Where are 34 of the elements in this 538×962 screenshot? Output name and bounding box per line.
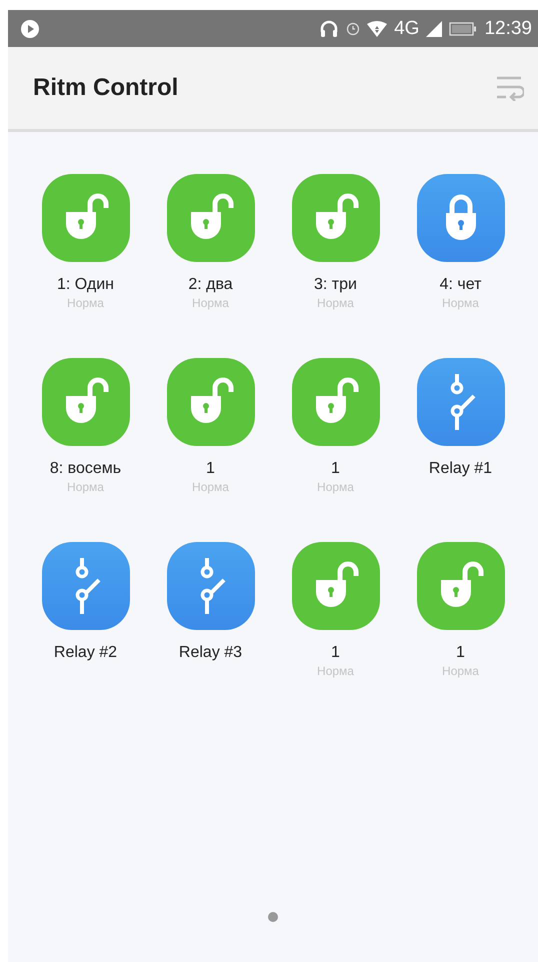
device-name: 1: Один <box>57 276 114 294</box>
device-button[interactable] <box>292 542 380 630</box>
clock-time: 12:39 <box>484 18 532 40</box>
sort-icon[interactable] <box>494 75 524 101</box>
device-name: 4: чет <box>440 276 482 294</box>
device-button[interactable] <box>166 542 254 630</box>
device-name: Relay #3 <box>178 644 242 662</box>
device-name: Relay #1 <box>428 460 492 478</box>
device-button[interactable] <box>166 174 254 262</box>
device-name: 1 <box>456 644 465 662</box>
battery-icon <box>449 22 478 36</box>
headphones-icon <box>319 18 340 38</box>
device-name: 1 <box>206 460 215 478</box>
device-name: Relay #2 <box>54 644 118 662</box>
device-name: 1 <box>331 644 340 662</box>
device-button[interactable] <box>42 174 130 262</box>
device-button[interactable] <box>292 358 380 446</box>
device-name: 2: два <box>188 276 233 294</box>
device-button[interactable] <box>416 542 504 630</box>
device-name: 8: восемь <box>50 460 122 478</box>
device-name: 1 <box>331 460 340 478</box>
wifi-icon <box>367 20 388 36</box>
alarm-icon <box>346 22 360 36</box>
device-name: 3: три <box>314 276 357 294</box>
device-button[interactable] <box>42 542 130 630</box>
network-type: 4G <box>394 18 420 40</box>
device-button[interactable] <box>166 358 254 446</box>
app-title: Ritm Control <box>33 74 178 102</box>
device-button[interactable] <box>292 174 380 262</box>
device-button[interactable] <box>416 174 504 262</box>
signal-icon <box>426 20 442 36</box>
device-button[interactable] <box>416 358 504 446</box>
play-icon <box>20 18 40 38</box>
device-button[interactable] <box>42 358 130 446</box>
